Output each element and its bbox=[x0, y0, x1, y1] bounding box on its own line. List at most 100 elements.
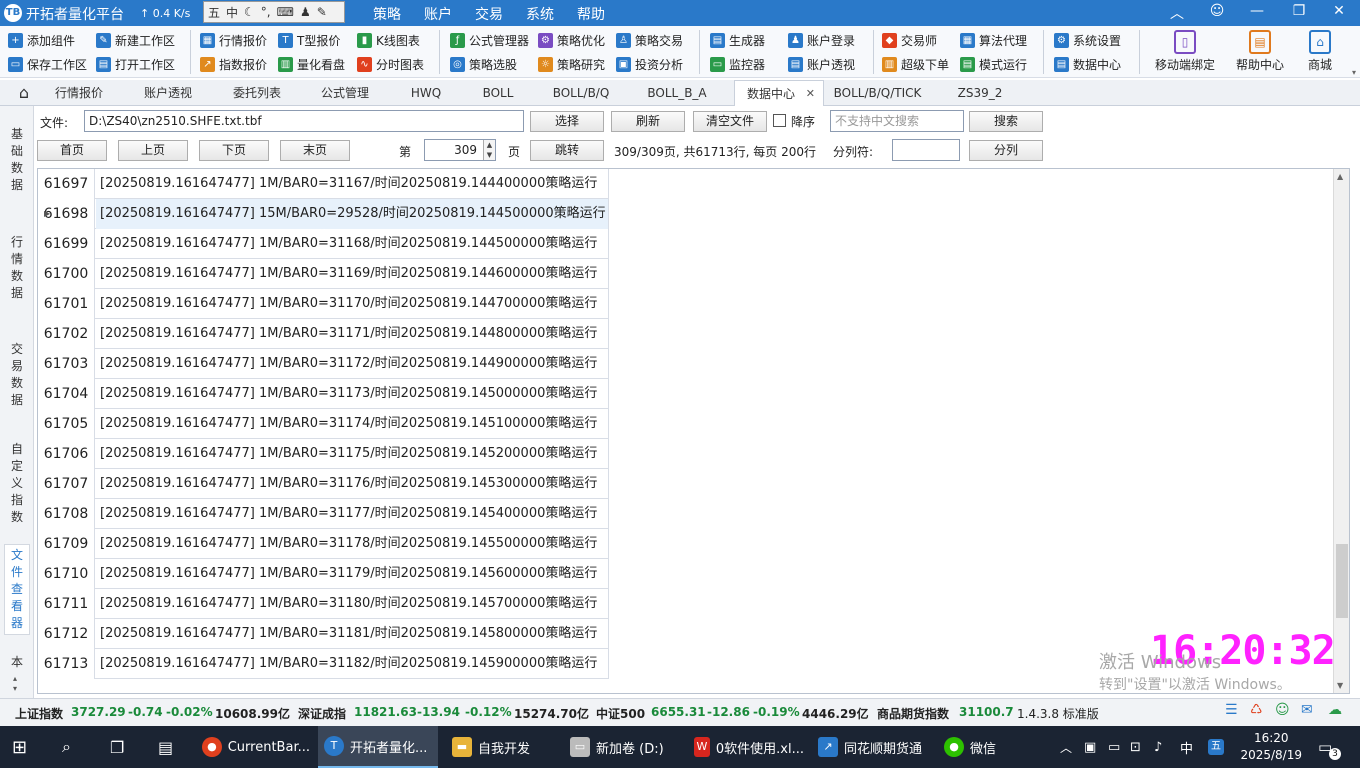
vtab-scroll-down-icon[interactable]: ▾ bbox=[13, 684, 17, 693]
tray-expand-icon[interactable]: ︿ bbox=[1060, 726, 1072, 768]
user-status-icon[interactable]: ☺ bbox=[1275, 702, 1290, 718]
table-row[interactable]: 61711 [20250819.161647477] 1M/BAR0=31180/… bbox=[38, 589, 609, 619]
sz-index-name[interactable]: 深证成指 bbox=[298, 705, 346, 722]
taskbar-wps[interactable]: W 0软件使用.xl... bbox=[688, 726, 804, 768]
task-view-icon[interactable]: ❐ bbox=[110, 726, 124, 768]
formula-manager-button[interactable]: ƒ 公式管理器 bbox=[450, 29, 529, 51]
jump-button[interactable]: 跳转 bbox=[530, 140, 604, 161]
taskbar-tb-app[interactable]: T 开拓者量化... bbox=[318, 726, 438, 768]
row-text[interactable]: [20250819.161647477] 1M/BAR0=31174/时间202… bbox=[96, 409, 609, 439]
tray-network-icon[interactable]: ⊡ bbox=[1130, 726, 1141, 768]
account-login-button[interactable]: ♟ 账户登录 bbox=[788, 29, 855, 51]
row-text[interactable]: [20250819.161647477] 1M/BAR0=31180/时间202… bbox=[96, 589, 609, 619]
menu-account[interactable]: 账户 bbox=[424, 4, 452, 24]
vtab-file-viewer[interactable]: 文件查看器 bbox=[4, 544, 30, 635]
row-text[interactable]: [20250819.161647477] 1M/BAR0=31175/时间202… bbox=[96, 439, 609, 469]
refresh-button[interactable]: 刷新 bbox=[611, 111, 685, 132]
tab-hwq[interactable]: HWQ bbox=[396, 80, 456, 106]
alert-status-icon[interactable]: ♺ bbox=[1250, 702, 1263, 718]
table-row[interactable]: 61712 [20250819.161647477] 1M/BAR0=31181/… bbox=[38, 619, 609, 649]
table-row[interactable]: 61702 [20250819.161647477] 1M/BAR0=31171/… bbox=[38, 319, 609, 349]
invest-analysis-button[interactable]: ▣ 投资分析 bbox=[616, 53, 683, 75]
vtab-custom-index[interactable]: 自定义指数 bbox=[8, 441, 26, 526]
new-workspace-button[interactable]: ✎ 新建工作区 bbox=[96, 29, 175, 51]
notification-center-icon[interactable]: ▭ 3 bbox=[1318, 726, 1341, 768]
tray-ime-indicator[interactable]: 中 bbox=[1180, 726, 1193, 768]
menu-trade[interactable]: 交易 bbox=[475, 4, 503, 24]
account-view-button[interactable]: ▤ 账户透视 bbox=[788, 53, 855, 75]
vtab-more[interactable]: 本 bbox=[8, 654, 26, 671]
search-icon[interactable]: ⌕ bbox=[62, 726, 71, 768]
user-icon[interactable]: ☺ bbox=[1203, 3, 1231, 19]
quant-board-button[interactable]: ▥ 量化看盘 bbox=[278, 53, 345, 75]
vtab-basic-data[interactable]: 基础数据 bbox=[8, 126, 26, 194]
table-row[interactable]: 61701 [20250819.161647477] 1M/BAR0=31170/… bbox=[38, 289, 609, 319]
toolbar-expand-icon[interactable]: ▾ bbox=[1352, 68, 1356, 77]
row-text[interactable]: [20250819.161647477] 1M/BAR0=31168/时间202… bbox=[96, 229, 609, 259]
tab-boll-b-q-tick[interactable]: BOLL/B/Q/TICK bbox=[830, 80, 925, 106]
taskbar-ths[interactable]: ↗ 同花顺期货通 bbox=[812, 726, 930, 768]
add-component-button[interactable]: + 添加组件 bbox=[8, 29, 75, 51]
tab-boll-b-a[interactable]: BOLL_B_A bbox=[636, 80, 718, 106]
next-page-button[interactable]: 下页 bbox=[199, 140, 269, 161]
minimize-button[interactable]: — bbox=[1243, 3, 1271, 19]
vertical-scrollbar[interactable]: ▲ ▼ bbox=[1333, 169, 1349, 693]
collapse-ribbon-icon[interactable]: ︿ bbox=[1163, 3, 1191, 23]
tray-ime-mode[interactable]: 五 bbox=[1208, 726, 1224, 768]
taskbar-folder[interactable]: ▬ 自我开发 bbox=[446, 726, 556, 768]
settings-button[interactable]: ⚙ 系统设置 bbox=[1054, 29, 1121, 51]
row-text[interactable]: [20250819.161647477] 1M/BAR0=31178/时间202… bbox=[96, 529, 609, 559]
table-row[interactable]: 61706 [20250819.161647477] 1M/BAR0=31175/… bbox=[38, 439, 609, 469]
search-input[interactable]: 不支持中文搜索 bbox=[830, 110, 964, 132]
row-text[interactable]: [20250819.161647477] 1M/BAR0=31181/时间202… bbox=[96, 619, 609, 649]
select-file-button[interactable]: 选择 bbox=[530, 111, 604, 132]
row-text[interactable]: [20250819.161647477] 1M/BAR0=31171/时间202… bbox=[96, 319, 609, 349]
row-text[interactable]: [20250819.161647477] 15M/BAR0=29528/时间20… bbox=[96, 199, 609, 229]
strategy-trade-button[interactable]: ♙ 策略交易 bbox=[616, 29, 683, 51]
table-row[interactable]: 61704 [20250819.161647477] 1M/BAR0=31173/… bbox=[38, 379, 609, 409]
ime-moon-icon[interactable]: ☾ bbox=[244, 5, 255, 19]
table-row[interactable]: 61709 [20250819.161647477] 1M/BAR0=31178/… bbox=[38, 529, 609, 559]
ime-tool-icon[interactable]: ✎ bbox=[317, 5, 327, 19]
ime-keyboard-icon[interactable]: ⌨ bbox=[277, 5, 294, 19]
split-button[interactable]: 分列 bbox=[969, 140, 1043, 161]
algo-proxy-button[interactable]: ▦ 算法代理 bbox=[960, 29, 1027, 51]
close-button[interactable]: ✕ bbox=[1325, 3, 1353, 19]
start-button-icon[interactable]: ⊞ bbox=[12, 726, 27, 768]
row-text[interactable]: [20250819.161647477] 1M/BAR0=31182/时间202… bbox=[96, 649, 609, 679]
ime-toolbar[interactable]: 五 中 ☾ °, ⌨ ♟ ✎ bbox=[203, 1, 345, 23]
table-row[interactable]: 61698 ▶ [20250819.161647477] 15M/BAR0=2952… bbox=[38, 199, 609, 229]
restore-button[interactable]: ❐ bbox=[1285, 3, 1313, 19]
notepad-icon[interactable]: ▤ bbox=[158, 726, 173, 768]
t-quote-button[interactable]: T T型报价 bbox=[278, 29, 340, 51]
tab-order-list[interactable]: 委托列表 bbox=[222, 80, 292, 106]
cloud-status-icon[interactable]: ☁ bbox=[1328, 702, 1342, 718]
super-order-button[interactable]: ▥ 超级下单 bbox=[882, 53, 949, 75]
menu-strategy[interactable]: 策略 bbox=[373, 4, 401, 24]
tab-boll[interactable]: BOLL bbox=[470, 80, 526, 106]
taskbar-chrome[interactable]: ● CurrentBar... bbox=[196, 726, 310, 768]
home-icon[interactable]: ⌂ bbox=[8, 80, 40, 106]
table-row[interactable]: 61703 [20250819.161647477] 1M/BAR0=31172/… bbox=[38, 349, 609, 379]
row-text[interactable]: [20250819.161647477] 1M/BAR0=31169/时间202… bbox=[96, 259, 609, 289]
data-center-button[interactable]: ▤ 数据中心 bbox=[1054, 53, 1121, 75]
row-text[interactable]: [20250819.161647477] 1M/BAR0=31172/时间202… bbox=[96, 349, 609, 379]
vtab-market-data[interactable]: 行情数据 bbox=[8, 234, 26, 302]
ime-user-icon[interactable]: ♟ bbox=[300, 5, 311, 19]
menu-system[interactable]: 系统 bbox=[526, 4, 554, 24]
ime-lang-toggle[interactable]: 中 bbox=[226, 4, 238, 21]
table-row[interactable]: 61700 [20250819.161647477] 1M/BAR0=31169/… bbox=[38, 259, 609, 289]
list-status-icon[interactable]: ☰ bbox=[1225, 702, 1238, 718]
tray-app-icon[interactable]: ▣ bbox=[1084, 726, 1096, 768]
generator-button[interactable]: ▤ 生成器 bbox=[710, 29, 765, 51]
tab-quote[interactable]: 行情报价 bbox=[44, 80, 114, 106]
table-row[interactable]: 61708 [20250819.161647477] 1M/BAR0=31177/… bbox=[38, 499, 609, 529]
row-text[interactable]: [20250819.161647477] 1M/BAR0=31177/时间202… bbox=[96, 499, 609, 529]
store-button[interactable]: ⌂ 商城 bbox=[1285, 28, 1355, 76]
strategy-optimize-button[interactable]: ⚙ 策略优化 bbox=[538, 29, 605, 51]
row-text[interactable]: [20250819.161647477] 1M/BAR0=31179/时间202… bbox=[96, 559, 609, 589]
last-page-button[interactable]: 末页 bbox=[280, 140, 350, 161]
scrollbar-thumb[interactable] bbox=[1336, 544, 1348, 619]
zz500-name[interactable]: 中证500 bbox=[596, 705, 645, 722]
table-row[interactable]: 61713 [20250819.161647477] 1M/BAR0=31182/… bbox=[38, 649, 609, 679]
